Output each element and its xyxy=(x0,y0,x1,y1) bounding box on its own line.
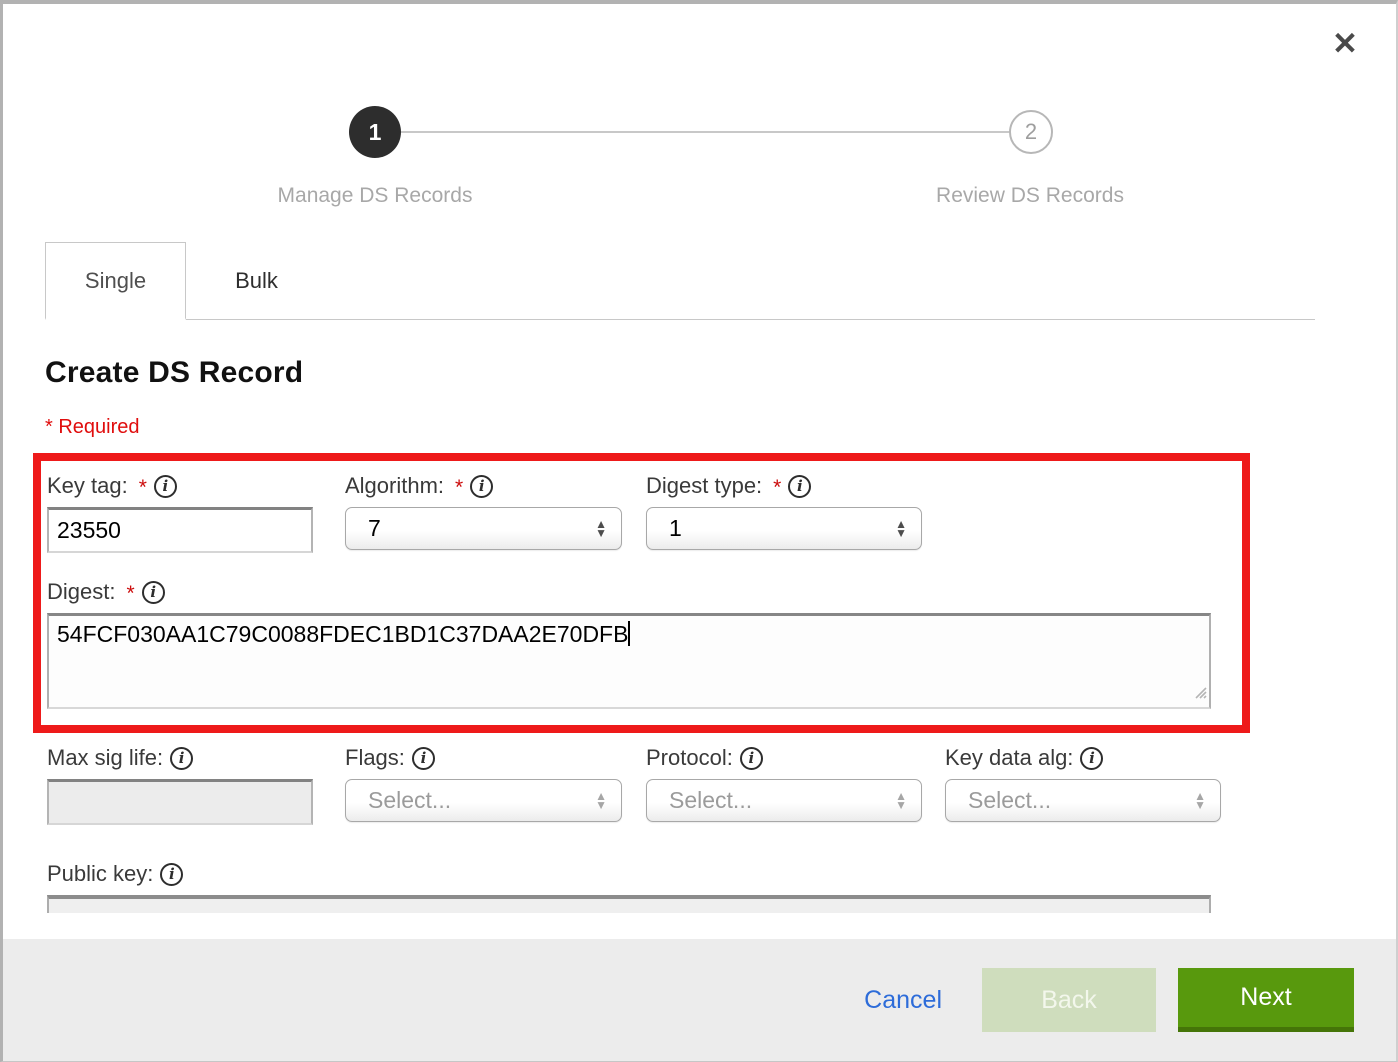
modal-footer: Cancel Back Next xyxy=(3,939,1396,1061)
key-data-alg-label-text: Key data alg: xyxy=(945,745,1073,771)
select-arrows-icon: ▲▼ xyxy=(895,792,907,810)
stepper: 1 2 Manage DS Records Review DS Records xyxy=(3,4,1396,242)
protocol-label-text: Protocol: xyxy=(646,745,733,771)
max-sig-life-label-text: Max sig life: xyxy=(47,745,163,771)
algorithm-label-text: Algorithm: xyxy=(345,473,444,499)
flags-field: Flags: i Select... ▲▼ xyxy=(345,745,646,825)
step-2-circle: 2 xyxy=(1009,110,1053,154)
select-arrows-icon: ▲▼ xyxy=(595,520,607,538)
protocol-select[interactable]: Select... ▲▼ xyxy=(646,779,922,822)
page-title: Create DS Record xyxy=(45,356,1396,390)
flags-select-value: Select... xyxy=(346,787,451,814)
digest-type-select[interactable]: 1 ▲▼ xyxy=(646,507,922,550)
cancel-button[interactable]: Cancel xyxy=(864,986,942,1015)
digest-type-label: Digest type: * i xyxy=(646,473,945,499)
step-1-label: Manage DS Records xyxy=(175,184,575,208)
protocol-select-value: Select... xyxy=(647,787,752,814)
next-button[interactable]: Next xyxy=(1178,968,1354,1032)
public-key-label-text: Public key: xyxy=(47,861,153,887)
tab-single-label: Single xyxy=(85,268,146,294)
step-1-number: 1 xyxy=(369,119,382,146)
digest-field: Digest: * i 54FCF030AA1C79C0088FDEC1BD1C… xyxy=(47,579,1242,709)
info-icon[interactable]: i xyxy=(142,581,165,604)
select-arrows-icon: ▲▼ xyxy=(895,520,907,538)
text-cursor xyxy=(628,621,630,646)
required-note: * Required xyxy=(45,416,1396,439)
digest-value: 54FCF030AA1C79C0088FDEC1BD1C37DAA2E70DFB xyxy=(57,621,628,647)
key-data-alg-label: Key data alg: i xyxy=(945,745,1221,771)
tab-single[interactable]: Single xyxy=(45,242,186,320)
digest-label: Digest: * i xyxy=(47,579,1242,605)
digest-type-field: Digest type: * i 1 ▲▼ xyxy=(646,473,945,553)
key-data-alg-select-value: Select... xyxy=(946,787,1051,814)
digest-textarea[interactable]: 54FCF030AA1C79C0088FDEC1BD1C37DAA2E70DFB xyxy=(47,613,1211,709)
tab-bar: Single Bulk xyxy=(45,242,1315,320)
digest-type-select-value: 1 xyxy=(647,515,682,542)
key-tag-label-text: Key tag: xyxy=(47,473,128,499)
create-ds-record-modal: ✕ 1 2 Manage DS Records Review DS Record… xyxy=(0,0,1398,1062)
step-2-number: 2 xyxy=(1025,119,1037,145)
key-data-alg-select[interactable]: Select... ▲▼ xyxy=(945,779,1221,822)
required-asterisk: * xyxy=(455,475,463,501)
key-tag-input[interactable] xyxy=(47,507,313,553)
back-button[interactable]: Back xyxy=(982,968,1156,1032)
public-key-textarea[interactable] xyxy=(47,895,1211,913)
flags-label-text: Flags: xyxy=(345,745,405,771)
max-sig-life-label: Max sig life: i xyxy=(47,745,345,771)
public-key-field: Public key: i xyxy=(47,861,1396,913)
algorithm-label: Algorithm: * i xyxy=(345,473,646,499)
flags-select[interactable]: Select... ▲▼ xyxy=(345,779,622,822)
required-asterisk: * xyxy=(139,475,147,501)
info-icon[interactable]: i xyxy=(160,863,183,886)
tab-bulk-label: Bulk xyxy=(235,268,278,294)
required-asterisk: * xyxy=(773,475,781,501)
select-arrows-icon: ▲▼ xyxy=(1194,792,1206,810)
key-tag-label: Key tag: * i xyxy=(47,473,345,499)
key-data-alg-field: Key data alg: i Select... ▲▼ xyxy=(945,745,1221,825)
algorithm-field: Algorithm: * i 7 ▲▼ xyxy=(345,473,646,553)
info-icon[interactable]: i xyxy=(170,747,193,770)
digest-type-label-text: Digest type: xyxy=(646,473,762,499)
protocol-label: Protocol: i xyxy=(646,745,945,771)
step-2-label: Review DS Records xyxy=(830,184,1230,208)
select-arrows-icon: ▲▼ xyxy=(595,792,607,810)
stepper-connector-line xyxy=(375,131,1031,133)
algorithm-select-value: 7 xyxy=(346,515,381,542)
algorithm-select[interactable]: 7 ▲▼ xyxy=(345,507,622,550)
max-sig-life-input[interactable] xyxy=(47,779,313,825)
info-icon[interactable]: i xyxy=(740,747,763,770)
public-key-label: Public key: i xyxy=(47,861,1396,887)
flags-label: Flags: i xyxy=(345,745,646,771)
highlighted-required-fields-box: Key tag: * i Algorithm: * i 7 ▲▼ xyxy=(33,453,1250,733)
resize-handle-icon[interactable] xyxy=(1192,678,1207,705)
info-icon[interactable]: i xyxy=(412,747,435,770)
info-icon[interactable]: i xyxy=(470,475,493,498)
max-sig-life-field: Max sig life: i xyxy=(47,745,345,825)
tab-bulk[interactable]: Bulk xyxy=(186,242,327,319)
key-tag-field: Key tag: * i xyxy=(47,473,345,553)
info-icon[interactable]: i xyxy=(1080,747,1103,770)
step-1-circle: 1 xyxy=(349,106,401,158)
info-icon[interactable]: i xyxy=(788,475,811,498)
protocol-field: Protocol: i Select... ▲▼ xyxy=(646,745,945,825)
required-asterisk: * xyxy=(126,581,134,607)
digest-label-text: Digest: xyxy=(47,579,115,605)
info-icon[interactable]: i xyxy=(154,475,177,498)
